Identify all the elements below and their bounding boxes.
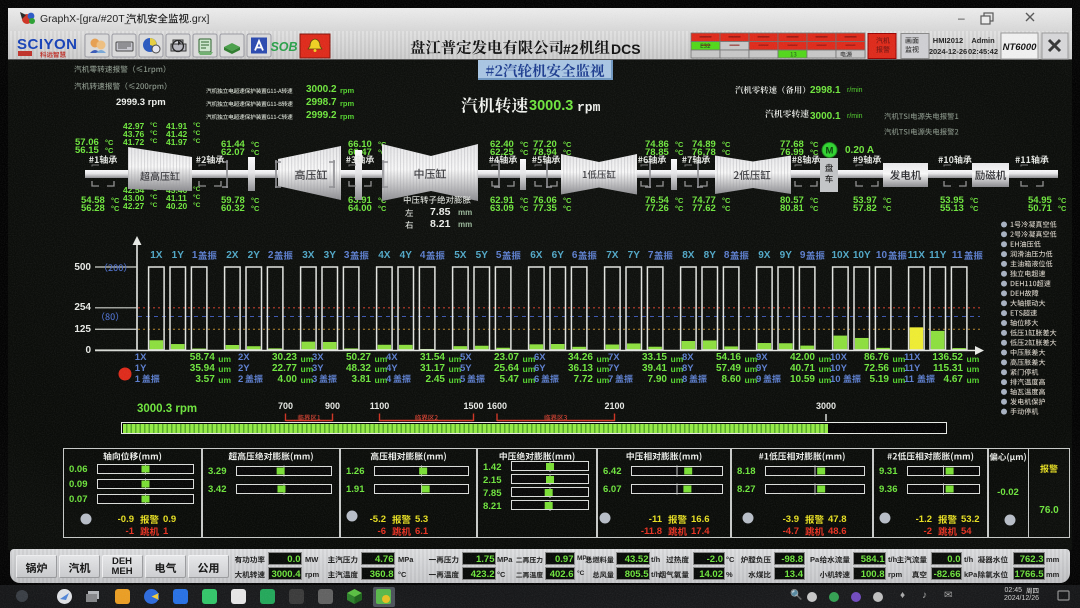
svg-text:M: M xyxy=(826,146,834,157)
svg-text:NT6000: NT6000 xyxy=(1003,42,1038,53)
svg-text:SOB: SOB xyxy=(270,40,297,54)
